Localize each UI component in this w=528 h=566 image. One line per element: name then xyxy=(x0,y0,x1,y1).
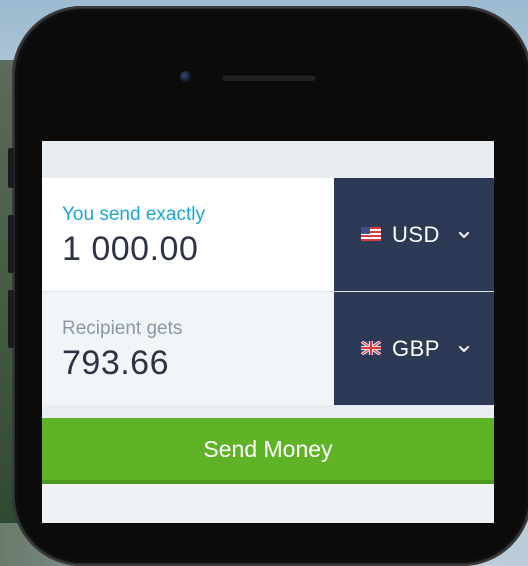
phone-volume-up-button xyxy=(8,215,14,273)
chevron-down-icon xyxy=(458,342,470,354)
chevron-down-icon xyxy=(458,228,470,240)
uk-flag-icon xyxy=(361,341,381,355)
receive-amount-input[interactable]: 793.66 xyxy=(62,344,169,383)
send-amount-row: You send exactly 1 000.00 USD xyxy=(42,178,494,291)
us-flag-icon xyxy=(361,227,381,241)
app-screen: You send exactly 1 000.00 USD Recipient … xyxy=(42,141,494,523)
send-currency-code: USD xyxy=(392,222,440,247)
front-camera xyxy=(180,71,191,82)
send-money-button[interactable]: Send Money xyxy=(42,418,494,484)
phone-silent-switch xyxy=(8,148,14,188)
receive-amount-row: Recipient gets 793.66 GBP xyxy=(42,292,494,405)
phone-volume-down-button xyxy=(8,290,14,348)
receive-currency-code: GBP xyxy=(392,336,440,361)
receive-amount-label: Recipient gets xyxy=(62,318,183,339)
bottom-area xyxy=(42,484,494,523)
send-amount-input[interactable]: 1 000.00 xyxy=(62,230,198,269)
top-bar xyxy=(42,141,494,177)
receive-currency-selector[interactable]: GBP xyxy=(334,292,494,405)
earpiece-speaker xyxy=(222,74,316,81)
send-amount-label: You send exactly xyxy=(62,204,205,225)
send-currency-selector[interactable]: USD xyxy=(334,178,494,291)
